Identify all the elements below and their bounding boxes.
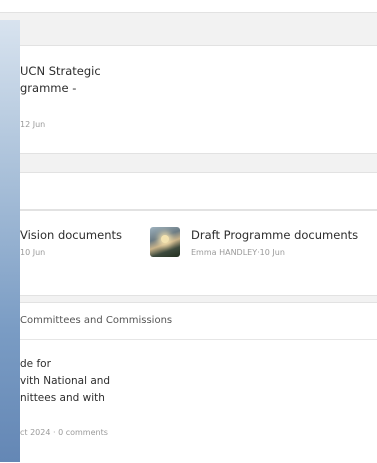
document-title[interactable]: Vision documents bbox=[20, 227, 122, 244]
divider bbox=[0, 339, 377, 340]
section-card-blank bbox=[0, 172, 377, 210]
post-meta: ct 2024 · 0 comments bbox=[20, 428, 108, 437]
committees-card: Committees and Commissions de for vith N… bbox=[0, 302, 377, 463]
post-text-line-2[interactable]: vith National and bbox=[20, 373, 110, 390]
post-text-line-1[interactable]: de for bbox=[20, 356, 51, 373]
post-text-line-3[interactable]: nittees and with bbox=[20, 390, 105, 407]
document-meta: 10 Jun bbox=[20, 248, 46, 257]
post-card[interactable]: UCN Strategic gramme - 12 Jun bbox=[0, 45, 377, 154]
post-title-line-1[interactable]: UCN Strategic bbox=[20, 63, 101, 80]
sidebar-edge bbox=[0, 20, 20, 462]
post-title-line-2[interactable]: gramme - bbox=[20, 80, 76, 97]
post-meta: 12 Jun bbox=[20, 120, 46, 129]
document-meta: Emma HANDLEY·10 Jun bbox=[191, 248, 285, 257]
landscape-sunset-icon[interactable] bbox=[150, 227, 180, 257]
top-card bbox=[0, 0, 377, 13]
section-header: Committees and Commissions bbox=[20, 315, 173, 326]
document-title[interactable]: Draft Programme documents bbox=[191, 227, 358, 244]
documents-card: Vision documents 10 Jun Draft Programme … bbox=[0, 210, 377, 296]
